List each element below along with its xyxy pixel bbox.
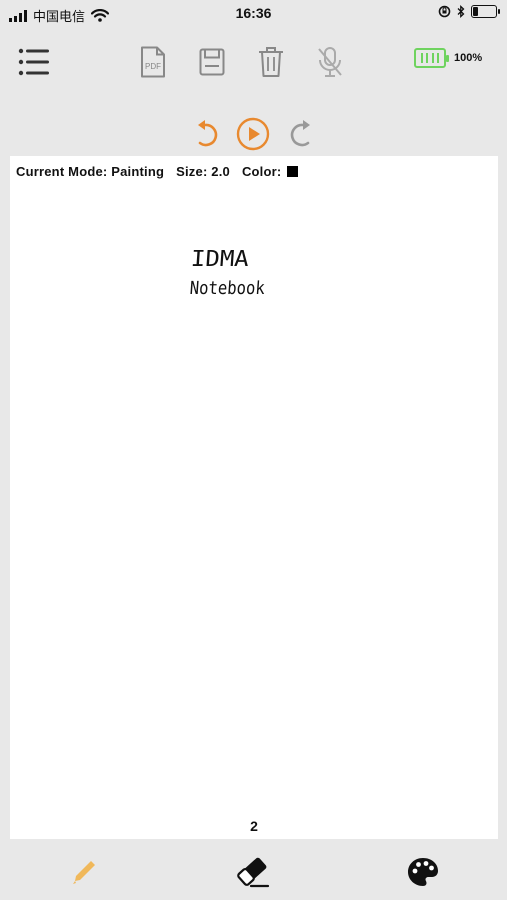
play-button[interactable] [235,116,271,152]
svg-text:PDF: PDF [145,62,161,71]
orientation-lock-icon [438,5,451,18]
clock: 16:36 [235,5,272,21]
battery-percentage: 100% [454,52,483,64]
microphone-toggle[interactable] [310,42,350,82]
mode-status: Current Mode: Painting Size: 2.0 Color: [16,164,299,179]
pencil-tool-button[interactable] [64,852,104,892]
app-screen: 中国电信 16:36 PDF 100% Current Mode: Painti… [0,0,507,900]
delete-button[interactable] [251,42,291,82]
palette-tool-button[interactable] [403,852,443,892]
drawing-canvas[interactable]: Current Mode: Painting Size: 2.0 Color: … [10,156,498,839]
redo-button[interactable] [282,116,318,152]
undo-button[interactable] [190,116,226,152]
play-icon [236,117,270,151]
bottom-toolbar [0,840,507,900]
brush-size-label: Size: 2.0 [176,164,230,179]
eraser-tool-button[interactable] [233,852,273,892]
bluetooth-icon [457,5,465,18]
undo-icon [198,120,218,147]
palette-icon [408,858,438,886]
save-icon [199,48,225,76]
current-color-swatch [287,166,299,177]
trash-icon [259,47,283,77]
handwritten-ink: IDMA Notebook [190,247,266,299]
pdf-icon: PDF [141,46,165,78]
redo-icon [290,120,310,147]
battery-status-icon [471,5,500,18]
battery-icon [414,48,449,68]
menu-button[interactable] [14,42,54,82]
status-bar-right [438,5,500,18]
export-pdf-button[interactable]: PDF [133,42,173,82]
device-battery: 100% [414,48,482,68]
page-number: 2 [250,818,258,834]
handwriting-line-2: Notebook [190,278,266,299]
handwriting-line-1: IDMA [190,247,250,272]
pencil-icon [73,861,95,884]
status-bar: 中国电信 16:36 [0,0,507,28]
color-label: Color: [241,164,282,179]
top-toolbar: PDF 100% [0,36,507,86]
current-mode-label: Current Mode: Painting [16,164,165,179]
menu-icon [18,48,49,76]
playback-controls [190,116,320,156]
eraser-icon [237,857,270,888]
mic-off-icon [318,47,342,77]
save-button[interactable] [192,42,232,82]
